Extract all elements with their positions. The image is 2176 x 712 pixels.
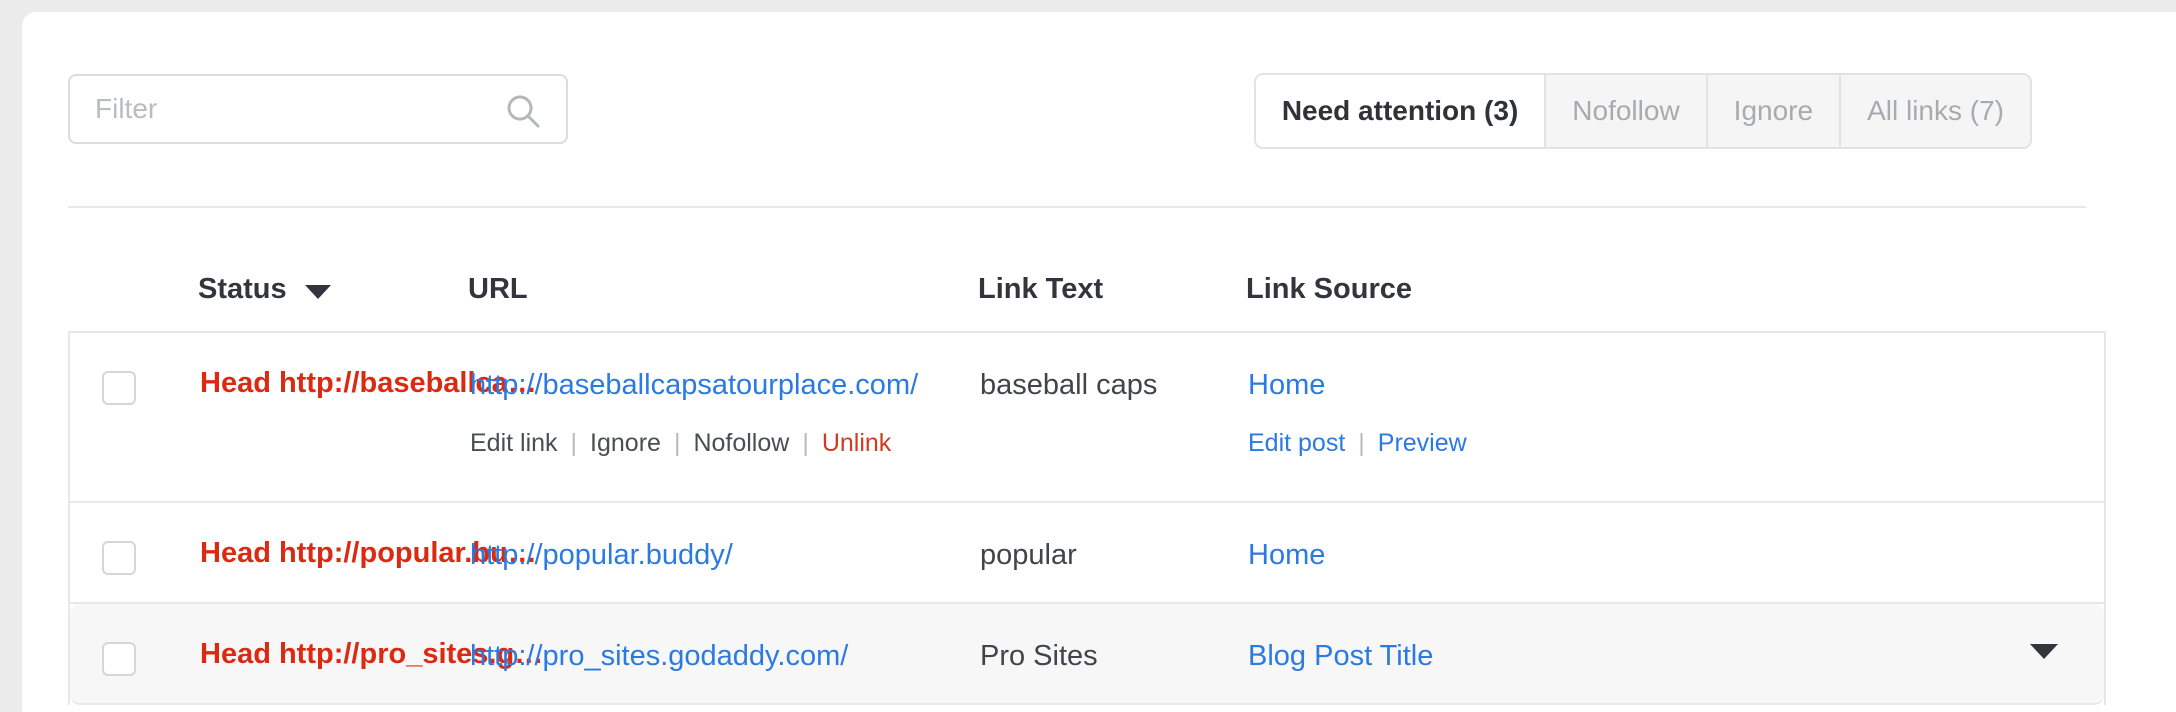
table-row: Head http://pro_sites.g… http://pro_site…: [70, 604, 2104, 705]
link-manager-panel: Need attention (3) Nofollow Ignore All l…: [22, 12, 2176, 712]
cell-link-source[interactable]: Home: [1248, 369, 1325, 402]
edit-link-action[interactable]: Edit link: [470, 429, 558, 458]
toolbar-divider: [68, 206, 2086, 208]
caret-down-icon[interactable]: [2030, 644, 2058, 659]
column-header-url[interactable]: URL: [468, 273, 528, 306]
table-body: Head http://baseballca… http://baseballc…: [68, 331, 2106, 705]
tab-ignore[interactable]: Ignore: [1707, 75, 1842, 147]
cell-link-source[interactable]: Blog Post Title: [1248, 640, 1433, 673]
column-header-link-source[interactable]: Link Source: [1246, 273, 1412, 306]
cell-link-text: baseball caps: [980, 369, 1158, 401]
unlink-action[interactable]: Unlink: [822, 429, 891, 458]
column-header-link-text[interactable]: Link Text: [978, 273, 1103, 306]
tab-all-links[interactable]: All links (7): [1841, 75, 2030, 147]
edit-post-action[interactable]: Edit post: [1248, 429, 1345, 458]
cell-link-source[interactable]: Home: [1248, 539, 1325, 572]
row-select-checkbox[interactable]: [102, 371, 136, 405]
action-separator: |: [1358, 429, 1365, 457]
cell-link-text: Pro Sites: [980, 640, 1098, 672]
cell-url-link[interactable]: http://pro_sites.godaddy.com/: [470, 640, 848, 673]
caret-down-icon[interactable]: [304, 284, 331, 299]
filter-input[interactable]: [93, 88, 477, 130]
table-header-row: Status URL Link Text Link Source: [68, 237, 2106, 331]
action-separator: |: [802, 429, 809, 457]
row-actions: Edit link | Ignore | Nofollow | Unlink: [470, 429, 891, 458]
row-select-checkbox[interactable]: [102, 642, 136, 676]
action-separator: |: [570, 429, 578, 457]
column-header-status[interactable]: Status: [198, 273, 331, 306]
tab-need-attention[interactable]: Need attention (3): [1255, 75, 1547, 147]
action-separator: |: [673, 429, 681, 457]
post-actions: Edit post | Preview: [1248, 429, 1467, 458]
row-select-checkbox-wrap: [102, 642, 136, 676]
nofollow-action[interactable]: Nofollow: [693, 429, 789, 458]
view-filter-tabs: Need attention (3) Nofollow Ignore All l…: [1253, 73, 2032, 149]
preview-action[interactable]: Preview: [1378, 429, 1467, 458]
row-select-checkbox-wrap: [102, 541, 136, 575]
links-table: Status URL Link Text Link Source Head ht…: [68, 237, 2106, 705]
search-icon[interactable]: [506, 94, 540, 128]
row-select-checkbox-wrap: [102, 371, 136, 405]
toolbar: Need attention (3) Nofollow Ignore All l…: [22, 12, 2086, 195]
table-row: Head http://popular.bu… http://popular.b…: [70, 503, 2104, 604]
ignore-action[interactable]: Ignore: [590, 429, 661, 458]
cell-url-link[interactable]: http://baseballcapsatourplace.com/: [470, 369, 918, 402]
filter-search-box[interactable]: [68, 74, 568, 144]
table-row: Head http://baseballca… http://baseballc…: [70, 333, 2104, 503]
tab-nofollow[interactable]: Nofollow: [1546, 75, 1708, 147]
column-header-status-label: Status: [198, 273, 287, 305]
cell-url-link[interactable]: http://popular.buddy/: [470, 539, 733, 572]
cell-link-text: popular: [980, 539, 1077, 571]
row-select-checkbox[interactable]: [102, 541, 136, 575]
